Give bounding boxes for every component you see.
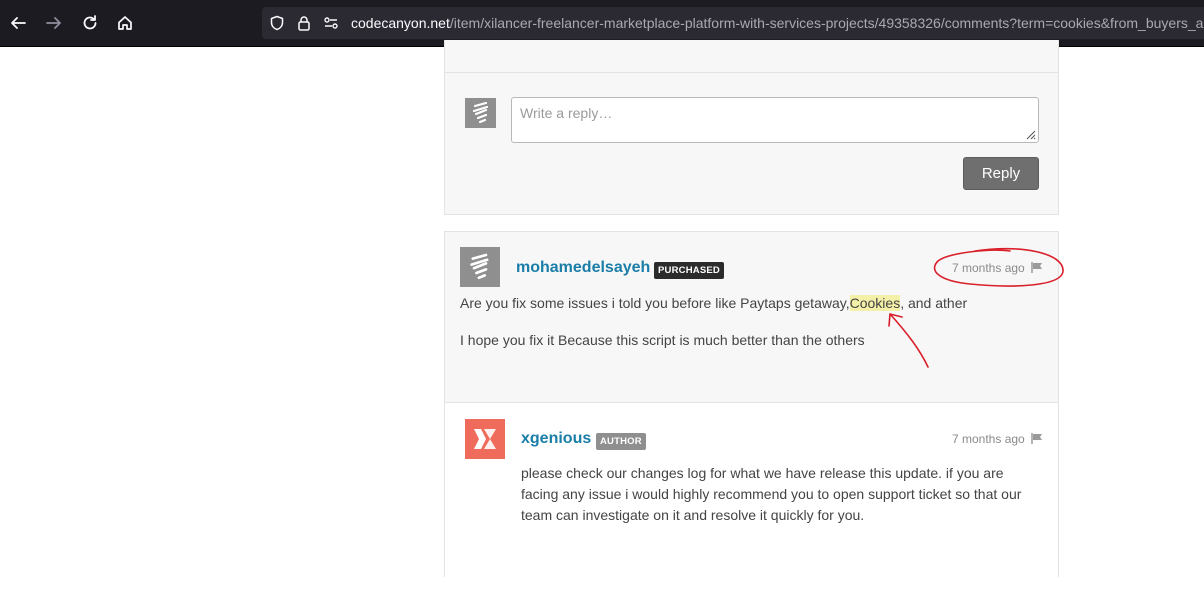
reply-placeholder: Write a reply… xyxy=(520,105,613,121)
forward-button[interactable] xyxy=(40,9,68,37)
back-button[interactable] xyxy=(4,9,32,37)
user-logo-icon xyxy=(472,102,488,124)
lock-icon[interactable] xyxy=(296,15,312,31)
flag-icon[interactable] xyxy=(1031,433,1043,444)
commenter-username[interactable]: mohamedelsayeh xyxy=(516,259,650,277)
reply-textarea[interactable]: Write a reply… xyxy=(511,97,1039,143)
shield-icon[interactable] xyxy=(269,15,285,31)
back-arrow-icon xyxy=(11,17,26,29)
permissions-icon[interactable] xyxy=(323,15,339,31)
reload-button[interactable] xyxy=(76,9,104,37)
author-avatar[interactable] xyxy=(465,419,505,459)
comment-text-part: , and ather xyxy=(900,295,968,311)
home-icon xyxy=(118,16,132,30)
reply-text-line: team can investigate on it and resolve i… xyxy=(521,507,865,523)
address-bar[interactable]: codecanyon.net/item/xilancer-freelancer-… xyxy=(262,7,1204,39)
previous-comment-card: Write a reply… Reply xyxy=(444,40,1059,215)
forward-arrow-icon xyxy=(46,17,61,29)
home-button[interactable] xyxy=(111,9,139,37)
comment-text-line2: I hope you fix it Because this script is… xyxy=(460,332,865,348)
reply-text: please check our changes log for what we… xyxy=(521,463,1021,526)
reply-timestamp[interactable]: 7 months ago xyxy=(952,432,1025,446)
user-logo-icon xyxy=(470,253,489,280)
reply-button[interactable]: Reply xyxy=(963,157,1039,190)
resize-handle-icon[interactable] xyxy=(1024,128,1036,140)
commenter-avatar[interactable] xyxy=(460,247,500,287)
comment-text-line1: Are you fix some issues i told you befor… xyxy=(460,293,967,314)
author-badge: AUTHOR xyxy=(596,433,646,450)
flag-icon[interactable] xyxy=(1031,262,1043,273)
reply-text-line: please check our changes log for what we… xyxy=(521,465,1004,481)
url-path: /item/xilancer-freelancer-marketplace-pl… xyxy=(449,15,1204,31)
current-user-avatar xyxy=(465,98,496,128)
comment-text-part: Are you fix some issues i told you befor… xyxy=(460,295,850,311)
reload-icon xyxy=(83,15,97,30)
comment-card: mohamedelsayeh PURCHASED 7 months ago Ar… xyxy=(444,231,1059,578)
url-domain: codecanyon.net xyxy=(351,15,450,31)
url-text[interactable]: codecanyon.net/item/xilancer-freelancer-… xyxy=(351,15,1204,31)
purchased-badge: PURCHASED xyxy=(654,262,724,279)
card-divider xyxy=(445,72,1058,73)
reply-text-line: facing any issue i would highly recommen… xyxy=(521,486,1022,502)
author-reply: xgenious AUTHOR 7 months ago please chec… xyxy=(445,402,1058,578)
xgenious-logo-icon xyxy=(474,429,496,449)
author-username[interactable]: xgenious xyxy=(521,430,591,448)
search-highlight: Cookies xyxy=(849,295,901,311)
comment-timestamp[interactable]: 7 months ago xyxy=(952,261,1025,275)
